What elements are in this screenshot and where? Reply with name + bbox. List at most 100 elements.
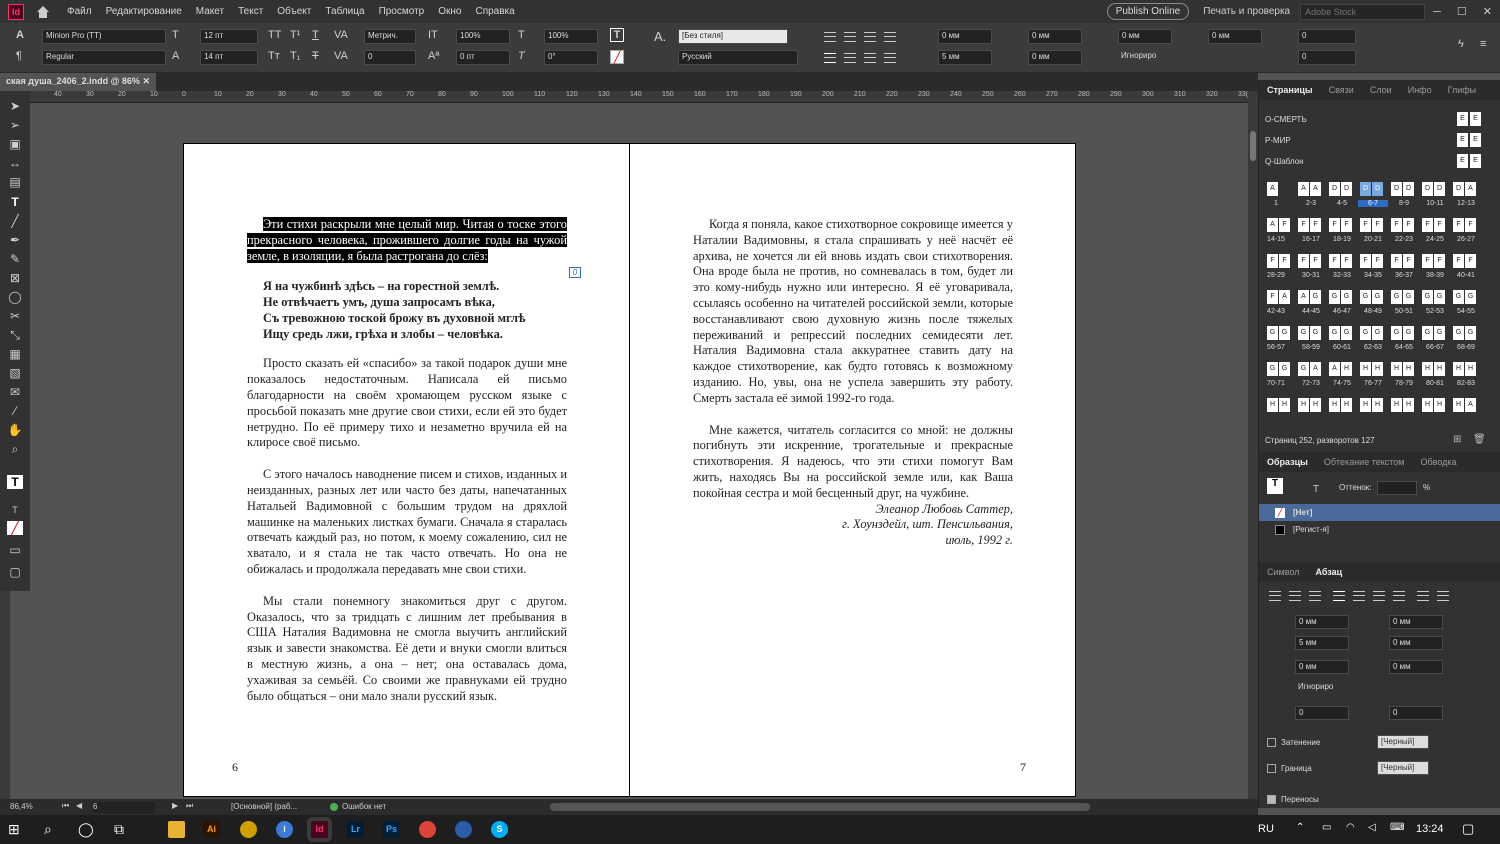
para-right-indent-field[interactable]: 0 мм — [1389, 615, 1443, 629]
space-after-field[interactable]: 0 мм — [1208, 29, 1262, 44]
text-frame-outport-icon[interactable]: 0 — [569, 267, 581, 278]
eyedropper-tool-icon[interactable]: ⁄ — [7, 404, 23, 418]
page-thumb[interactable]: G — [1391, 326, 1402, 340]
pen-tool-icon[interactable]: ✒ — [7, 233, 23, 247]
para-space-before-field[interactable]: 0 мм — [1295, 660, 1349, 674]
page-thumb[interactable]: F — [1391, 254, 1402, 268]
volume-icon[interactable]: ◁ — [1368, 822, 1376, 833]
left-indent-field[interactable]: 0 мм — [938, 29, 992, 44]
windows-start-icon[interactable]: ⊞ — [8, 821, 20, 838]
subscript-icon[interactable]: T₁ — [290, 50, 300, 62]
page-thumb[interactable]: G — [1341, 326, 1352, 340]
lightning-icon[interactable]: ϟ — [1458, 38, 1464, 50]
page-thumb[interactable]: F — [1434, 218, 1445, 232]
type-tool-icon[interactable]: T — [7, 195, 23, 209]
free-transform-tool-icon[interactable]: ⤡ — [7, 328, 23, 342]
para-last-indent-field[interactable]: 0 мм — [1389, 636, 1443, 650]
skype-icon[interactable]: S — [491, 821, 508, 838]
page-thumb[interactable]: G — [1403, 290, 1414, 304]
page-thumb[interactable]: F — [1422, 254, 1433, 268]
tab-layers[interactable]: Слои — [1362, 85, 1400, 95]
page-thumb[interactable]: F — [1310, 254, 1321, 268]
page-thumb[interactable]: F — [1453, 218, 1464, 232]
master-thumb[interactable]: E — [1470, 112, 1481, 126]
strikethrough-icon[interactable]: T — [312, 50, 319, 62]
page-thumb[interactable]: G — [1298, 362, 1309, 376]
cortana-icon[interactable]: ◯ — [78, 821, 94, 838]
page-thumb[interactable]: G — [1267, 326, 1278, 340]
app-icon[interactable] — [240, 821, 257, 838]
tab-paragraph[interactable]: Абзац — [1307, 567, 1350, 577]
page-thumb[interactable]: H — [1372, 362, 1383, 376]
minimize-icon[interactable]: ─ — [1433, 6, 1441, 18]
page-thumb[interactable]: G — [1310, 290, 1321, 304]
border-checkbox[interactable] — [1267, 764, 1276, 773]
page-thumb[interactable]: D — [1403, 182, 1414, 196]
page-thumb[interactable]: G — [1310, 326, 1321, 340]
direct-selection-tool-icon[interactable]: ➢ — [7, 118, 23, 132]
tray-chevron-icon[interactable]: ⌃ — [1296, 822, 1304, 833]
para-align-left-icon[interactable] — [1269, 591, 1281, 601]
info-app-icon[interactable]: i — [276, 821, 293, 838]
zoom-tool-icon[interactable]: ⌕ — [7, 442, 23, 456]
page-thumb[interactable]: F — [1434, 254, 1445, 268]
last-page-icon[interactable]: ⏭ — [186, 801, 193, 811]
page-thumb[interactable]: F — [1360, 218, 1371, 232]
horizontal-scrollbar[interactable] — [550, 803, 1090, 811]
right-indent-field[interactable]: 0 мм — [1028, 29, 1082, 44]
para-first-indent-field[interactable]: 5 мм — [1295, 636, 1349, 650]
shading-color-field[interactable]: [Черный] — [1377, 735, 1429, 749]
para-justify-center-icon[interactable] — [1353, 591, 1365, 601]
page-thumb[interactable]: G — [1453, 326, 1464, 340]
font-size-field[interactable]: 12 пт — [200, 29, 258, 44]
page-thumb[interactable]: F — [1298, 254, 1309, 268]
tab-links[interactable]: Связи — [1321, 85, 1362, 95]
first-line-indent-field[interactable]: 5 мм — [938, 50, 992, 65]
page-thumb[interactable]: H — [1465, 362, 1476, 376]
justify-center-icon[interactable] — [844, 53, 856, 63]
page-thumb[interactable]: F — [1372, 218, 1383, 232]
menu-layout[interactable]: Макет — [196, 6, 224, 17]
page-thumb[interactable]: G — [1372, 290, 1383, 304]
content-collector-icon[interactable]: ▤ — [7, 175, 23, 189]
tab-pages[interactable]: Страницы — [1259, 85, 1321, 95]
indesign-icon[interactable]: Id — [311, 821, 328, 838]
page-thumb[interactable]: G — [1434, 326, 1445, 340]
page-thumb[interactable]: H — [1267, 398, 1278, 412]
page-thumb[interactable]: A — [1310, 182, 1321, 196]
all-caps-icon[interactable]: TT — [268, 29, 281, 41]
page-thumb[interactable]: F — [1279, 254, 1290, 268]
page-thumb[interactable]: A — [1329, 362, 1340, 376]
page-thumb[interactable]: D — [1453, 182, 1464, 196]
border-color-field[interactable]: [Черный] — [1377, 761, 1429, 775]
page-thumb[interactable]: F — [1267, 254, 1278, 268]
browser-icon[interactable] — [455, 821, 472, 838]
page-thumb[interactable]: H — [1434, 398, 1445, 412]
text-formatting-icon[interactable]: T — [1313, 484, 1319, 495]
tab-character[interactable]: Символ — [1259, 567, 1307, 577]
left-text-frame[interactable]: Эти стихи раскрыли мне целый мир. Читая … — [247, 217, 567, 704]
ellipse-tool-icon[interactable]: ◯ — [7, 290, 23, 304]
hand-tool-icon[interactable]: ✋ — [7, 423, 23, 437]
screen-mode-icon[interactable]: ▢ — [7, 565, 23, 579]
master-thumb[interactable]: E — [1457, 112, 1468, 126]
stock-search-input[interactable] — [1300, 3, 1426, 20]
new-page-icon[interactable]: ⊞ — [1453, 434, 1461, 445]
page-thumb[interactable]: A — [1310, 362, 1321, 376]
tab-info[interactable]: Инфо — [1400, 85, 1440, 95]
tab-close-icon[interactable]: ✕ — [142, 76, 150, 86]
page-thumb[interactable]: A — [1298, 182, 1309, 196]
search-icon[interactable]: ⌕ — [44, 821, 52, 838]
page-thumb[interactable]: G — [1422, 290, 1433, 304]
language-indicator[interactable]: RU — [1258, 823, 1274, 835]
apply-none-icon[interactable]: ╱ — [7, 521, 23, 535]
page-thumb[interactable]: G — [1391, 290, 1402, 304]
view-mode-icon[interactable]: ▭ — [7, 543, 23, 557]
page-thumb[interactable]: F — [1465, 254, 1476, 268]
master-thumb[interactable]: E — [1470, 154, 1481, 168]
para-left-indent-field[interactable]: 0 мм — [1295, 615, 1349, 629]
page-thumb[interactable]: F — [1310, 218, 1321, 232]
page-thumb[interactable]: D — [1372, 182, 1383, 196]
page-field[interactable]: 6 — [93, 802, 155, 813]
justify-all-icon[interactable] — [884, 53, 896, 63]
